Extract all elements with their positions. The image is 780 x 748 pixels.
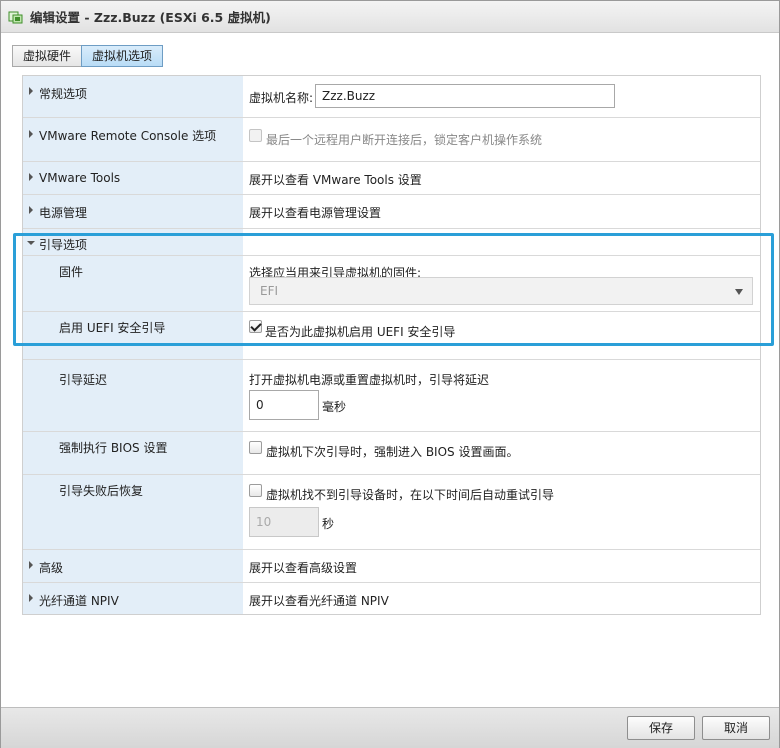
vmrc-options-toggle[interactable]: VMware Remote Console 选项 [23,118,243,161]
vmrc-options-label: VMware Remote Console 选项 [39,129,217,143]
row-firmware: 固件 选择应当用来引导虚拟机的固件: EFI [23,256,760,312]
force-bios-label: 强制执行 BIOS 设置 [59,441,168,455]
firmware-select[interactable]: EFI [249,277,753,305]
settings-panel: 常规选项 虚拟机名称: Zzz.Buzz VMware Remote Conso… [22,75,761,615]
boot-delay-label-cell: 引导延迟 [23,360,243,431]
force-bios-checkbox-label: 虚拟机下次引导时，强制进入 BIOS 设置画面。 [266,445,519,459]
row-vmware-tools: VMware Tools 展开以查看 VMware Tools 设置 [23,162,760,195]
row-fibre-channel-npiv: 光纤通道 NPIV 展开以查看光纤通道 NPIV [23,583,760,614]
tab-strip: 虚拟硬件 虚拟机选项 [12,45,164,67]
general-options-label: 常规选项 [39,87,88,101]
boot-retry-unit: 秒 [322,517,335,531]
lock-guest-os-checkbox[interactable] [249,129,262,142]
boot-delay-input[interactable]: 0 [249,390,319,420]
boot-delay-label: 引导延迟 [59,373,108,387]
vm-icon [8,9,24,25]
secure-boot-label: 启用 UEFI 安全引导 [59,321,166,335]
row-advanced: 高级 展开以查看高级设置 [23,550,760,583]
row-general-options: 常规选项 虚拟机名称: Zzz.Buzz [23,76,760,118]
advanced-toggle[interactable]: 高级 [23,550,243,582]
boot-retry-checkbox-label: 虚拟机找不到引导设备时，在以下时间后自动重试引导 [266,488,555,502]
dialog-footer: 保存 取消 [1,707,779,748]
row-vmrc-options: VMware Remote Console 选项 最后一个远程用户断开连接后，锁… [23,118,760,162]
boot-retry-label-cell: 引导失败后恢复 [23,475,243,549]
secure-boot-checkbox[interactable] [249,320,262,333]
force-bios-checkbox[interactable] [249,441,262,454]
row-uefi-secure-boot: 启用 UEFI 安全引导 是否为此虚拟机启用 UEFI 安全引导 [23,312,760,360]
row-boot-options: 引导选项 [23,229,760,256]
expand-arrow-icon [29,130,33,138]
power-management-label: 电源管理 [39,206,88,220]
boot-retry-label: 引导失败后恢复 [59,484,144,498]
save-button[interactable]: 保存 [627,716,695,740]
dropdown-arrow-icon [735,289,743,295]
boot-options-label: 引导选项 [39,238,88,252]
vmware-tools-label: VMware Tools [39,171,121,185]
secure-boot-checkbox-label: 是否为此虚拟机启用 UEFI 安全引导 [265,325,456,339]
expand-arrow-icon [29,87,33,95]
vmware-tools-toggle[interactable]: VMware Tools [23,162,243,194]
power-management-summary: 展开以查看电源管理设置 [249,206,382,220]
force-bios-label-cell: 强制执行 BIOS 设置 [23,432,243,474]
title-bar: 编辑设置 - Zzz.Buzz (ESXi 6.5 虚拟机) [1,1,779,33]
collapse-arrow-icon [27,241,35,245]
firmware-label-cell: 固件 [23,256,243,311]
advanced-summary: 展开以查看高级设置 [249,561,358,575]
boot-options-toggle[interactable]: 引导选项 [23,229,243,255]
boot-retry-input[interactable]: 10 [249,507,319,537]
npiv-label: 光纤通道 NPIV [39,594,119,608]
firmware-label: 固件 [59,265,84,279]
power-management-toggle[interactable]: 电源管理 [23,195,243,228]
row-boot-delay: 引导延迟 打开虚拟机电源或重置虚拟机时，引导将延迟 0 毫秒 [23,360,760,432]
advanced-label: 高级 [39,561,64,575]
vm-name-input[interactable]: Zzz.Buzz [315,84,615,108]
expand-arrow-icon [29,561,33,569]
secure-boot-label-cell: 启用 UEFI 安全引导 [23,312,243,359]
tab-vm-options[interactable]: 虚拟机选项 [81,45,164,67]
lock-guest-os-label: 最后一个远程用户断开连接后，锁定客户机操作系统 [266,133,543,147]
dialog-title: 编辑设置 - Zzz.Buzz (ESXi 6.5 虚拟机) [30,10,271,25]
edit-settings-dialog: 编辑设置 - Zzz.Buzz (ESXi 6.5 虚拟机) 虚拟硬件 虚拟机选… [0,0,780,748]
expand-arrow-icon [29,206,33,214]
vmware-tools-summary: 展开以查看 VMware Tools 设置 [249,173,422,187]
npiv-toggle[interactable]: 光纤通道 NPIV [23,583,243,614]
boot-retry-checkbox[interactable] [249,484,262,497]
expand-arrow-icon [29,173,33,181]
vm-name-label: 虚拟机名称: [249,91,314,105]
row-force-bios: 强制执行 BIOS 设置 虚拟机下次引导时，强制进入 BIOS 设置画面。 [23,432,760,475]
cancel-button[interactable]: 取消 [702,716,770,740]
boot-delay-description: 打开虚拟机电源或重置虚拟机时，引导将延迟 [249,373,490,387]
row-boot-retry: 引导失败后恢复 虚拟机找不到引导设备时，在以下时间后自动重试引导 10 秒 [23,475,760,550]
npiv-summary: 展开以查看光纤通道 NPIV [249,594,389,608]
general-options-toggle[interactable]: 常规选项 [23,76,243,117]
firmware-selected-value: EFI [260,284,279,298]
boot-delay-unit: 毫秒 [322,400,347,414]
row-power-management: 电源管理 展开以查看电源管理设置 [23,195,760,229]
expand-arrow-icon [29,594,33,602]
tab-virtual-hardware[interactable]: 虚拟硬件 [12,45,83,67]
